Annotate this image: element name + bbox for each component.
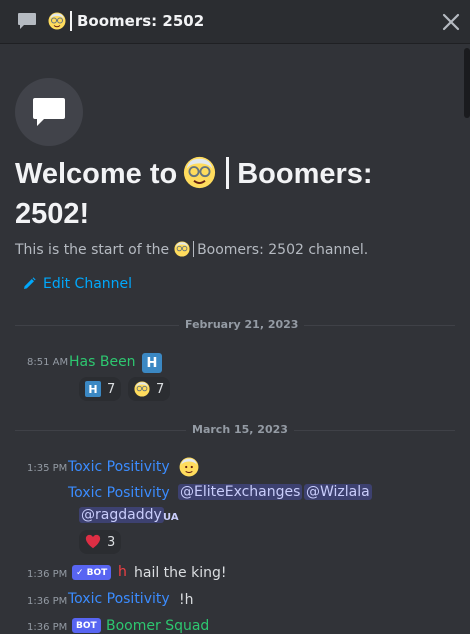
channel-name: Boomers: 2502 — [77, 12, 205, 30]
message-author[interactable]: Toxic Positivity — [68, 459, 170, 475]
welcome-channel-name-2: 2502! — [15, 198, 90, 230]
close-icon[interactable] — [440, 11, 462, 33]
edit-channel-link[interactable]: Edit Channel — [22, 276, 132, 292]
message-author[interactable]: h — [118, 564, 127, 580]
subtitle-pipe — [192, 241, 195, 257]
message-text: !h — [179, 592, 194, 608]
user-mention[interactable]: @ragdaddy — [79, 507, 164, 523]
welcome-heading: Welcome to Boomers: 2502! — [15, 154, 455, 234]
older-man-emoji-icon — [48, 12, 66, 30]
bot-tag: BOT — [72, 618, 101, 633]
message-reply-author[interactable]: Toxic Positivity — [68, 485, 170, 501]
older-man-emoji-icon — [134, 381, 150, 397]
h-emoji-icon: H — [85, 381, 101, 397]
subtitle-channel: Boomers: 2502 channel. — [197, 242, 369, 258]
reaction-count: 7 — [156, 381, 165, 397]
message-author[interactable]: Toxic Positivity — [68, 591, 170, 607]
heart-emoji-icon — [85, 534, 101, 549]
welcome-prefix: Welcome to — [15, 158, 178, 190]
reaction-heart[interactable]: 3 — [79, 530, 122, 554]
date-divider-label: March 15, 2023 — [186, 423, 294, 436]
reaction-h[interactable]: H 7 — [79, 377, 122, 401]
message-text: hail the king! — [134, 565, 227, 581]
message-timestamp: 1:36 PM — [27, 596, 68, 607]
pencil-icon — [24, 277, 36, 289]
welcome-subtitle: This is the start of the Boomers: 2502 c… — [15, 241, 368, 258]
reaction-count: 7 — [107, 381, 116, 397]
older-man-emoji-icon — [179, 457, 199, 477]
channel-header: Boomers: 2502 — [0, 0, 470, 44]
message-timestamp: 1:35 PM — [27, 463, 68, 474]
message-author[interactable]: Has Been — [69, 354, 136, 370]
edit-channel-label: Edit Channel — [43, 276, 133, 292]
ua-tag: UA — [163, 512, 179, 523]
welcome-channel-name: Boomers: — [237, 158, 373, 190]
older-man-emoji-icon — [174, 241, 190, 257]
user-mention[interactable]: @Wizlala — [304, 484, 372, 500]
user-mention[interactable]: @EliteExchanges — [178, 484, 303, 500]
message-timestamp: 8:51 AM — [27, 357, 69, 368]
message-timestamp: 1:36 PM — [27, 622, 68, 633]
older-man-emoji-icon — [184, 156, 216, 189]
reaction-count: 3 — [107, 534, 116, 550]
chat-bubble-icon — [33, 98, 65, 126]
message-timestamp: 1:36 PM — [27, 569, 68, 580]
chat-bubble-icon — [18, 13, 36, 29]
header-pipe-divider — [70, 11, 72, 31]
verified-bot-tag: ✓ BOT — [72, 565, 112, 580]
reaction-older-man[interactable]: 7 — [128, 377, 171, 401]
h-badge-icon: H — [142, 353, 162, 373]
date-divider-label: February 21, 2023 — [179, 318, 305, 331]
message-author[interactable]: Boomer Squad — [106, 618, 209, 634]
subtitle-prefix: This is the start of the — [15, 242, 170, 258]
scrollbar-thumb[interactable] — [464, 48, 470, 118]
channel-welcome-avatar — [15, 78, 83, 146]
title-pipe — [226, 157, 230, 189]
